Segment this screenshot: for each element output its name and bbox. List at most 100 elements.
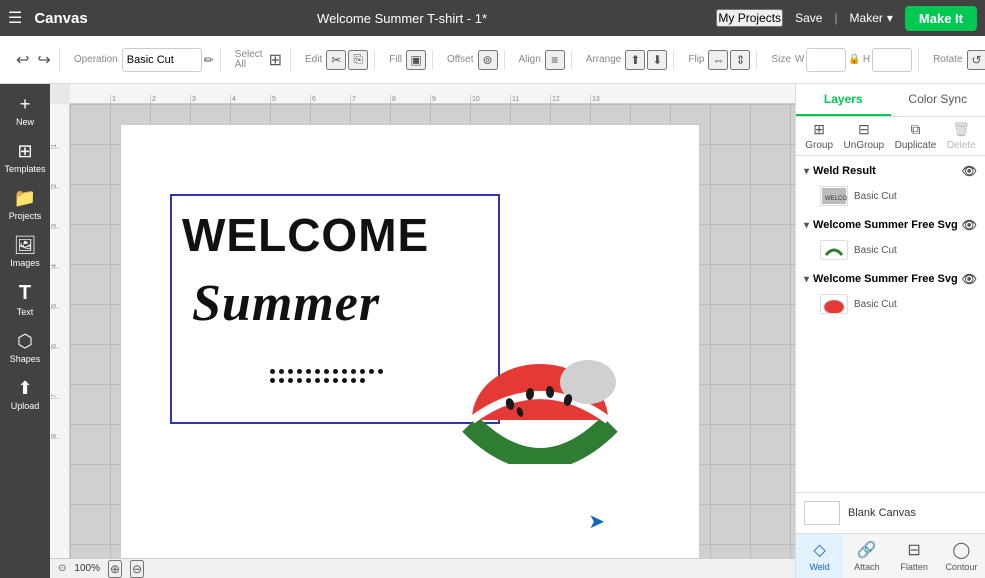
text-icon: T: [19, 282, 31, 305]
canvas-area[interactable]: 1 2 3 4 5 6 7 8 9 10 11 12 13 1 2 3 4 5 …: [50, 84, 795, 578]
fill-button[interactable]: ▣: [406, 50, 426, 70]
layer-group-svg2: ▾ Welcome Summer Free Svg 👁 Basic Cut: [800, 268, 981, 318]
right-panel: Layers Color Sync ⊞ Group ⊟ UnGroup ⧉ Du…: [795, 84, 985, 578]
layer-group-header-svg1[interactable]: ▾ Welcome Summer Free Svg 👁: [800, 214, 981, 236]
sidebar-item-templates[interactable]: ⊞ Templates: [3, 135, 47, 180]
layer-item-svg1-cut[interactable]: Basic Cut: [800, 236, 981, 264]
flip-label: Flip: [688, 55, 704, 65]
dot: [315, 369, 320, 374]
ruler-tick: 5: [270, 94, 276, 103]
layer-group-name-svg2: Welcome Summer Free Svg: [813, 273, 958, 285]
redo-button[interactable]: ↪: [35, 48, 52, 72]
chevron-down-icon: ▾: [887, 11, 893, 25]
attach-button[interactable]: 🔗 Attach: [843, 534, 890, 578]
ruler-tick: 12: [550, 94, 560, 103]
select-all-label: Select All: [235, 50, 263, 70]
duplicate-button[interactable]: ⧉ Duplicate: [895, 121, 937, 151]
sidebar-item-shapes[interactable]: ⬡ Shapes: [3, 325, 47, 370]
chevron-down-icon: ▾: [804, 166, 809, 177]
summer-text[interactable]: Summer: [192, 274, 380, 333]
ruler-vertical: 1 2 3 4 5 6 7 8: [50, 104, 70, 578]
layer-group-header-svg2[interactable]: ▾ Welcome Summer Free Svg 👁: [800, 268, 981, 290]
layer-item-weld-cut[interactable]: WELCOME Basic Cut: [800, 182, 981, 210]
fill-group: Fill ▣: [383, 50, 433, 70]
width-input[interactable]: [806, 48, 846, 72]
dot: [306, 369, 311, 374]
ruler-tick-v: 3: [50, 224, 59, 229]
sidebar-item-projects[interactable]: 📁 Projects: [3, 182, 47, 227]
edit-label: Edit: [305, 55, 322, 65]
layer-item-svg2-cut[interactable]: Basic Cut: [800, 290, 981, 318]
attach-label: Attach: [854, 562, 880, 572]
dot: [288, 378, 293, 383]
ruler-tick: 3: [190, 94, 196, 103]
group-button[interactable]: ⊞ Group: [805, 121, 833, 151]
zoom-out-button[interactable]: ⊖: [130, 560, 144, 578]
dot: [324, 369, 329, 374]
operation-input[interactable]: [122, 48, 202, 72]
menu-icon[interactable]: ☰: [8, 8, 22, 28]
delete-label: Delete: [947, 140, 976, 151]
copy-button[interactable]: ⎘: [348, 50, 368, 70]
sidebar-item-new[interactable]: + New: [3, 88, 47, 133]
layer-thumb-weld: WELCOME: [820, 186, 848, 206]
sidebar-item-text[interactable]: T Text: [3, 276, 47, 323]
align-button[interactable]: ≡: [545, 50, 565, 70]
eye-icon-svg2[interactable]: 👁: [962, 272, 977, 286]
weld-button[interactable]: ◇ Weld: [796, 534, 843, 578]
layer-thumb-svg1: [820, 240, 848, 260]
blank-canvas-label: Blank Canvas: [848, 507, 916, 519]
offset-button[interactable]: ⊚: [478, 50, 498, 70]
arrange-up-button[interactable]: ⬆: [625, 50, 645, 70]
tab-color-sync[interactable]: Color Sync: [891, 84, 985, 116]
flip-v-button[interactable]: ⇕: [730, 50, 750, 70]
select-all-button[interactable]: ⊞: [267, 48, 284, 72]
make-it-button[interactable]: Make It: [905, 6, 977, 31]
sidebar-label-new: New: [16, 117, 34, 127]
weld-label: Weld: [809, 562, 829, 572]
welcome-text[interactable]: WELCOME: [182, 212, 429, 258]
ungroup-icon: ⊟: [858, 121, 870, 138]
flatten-button[interactable]: ⊟ Flatten: [891, 534, 938, 578]
sidebar-item-upload[interactable]: ⬆ Upload: [3, 372, 47, 417]
undo-redo-group: ↩ ↪: [8, 48, 60, 72]
cut-button[interactable]: ✂: [326, 50, 346, 70]
eye-icon-weld[interactable]: 👁: [962, 164, 977, 178]
app-title: Canvas: [34, 10, 87, 27]
sidebar-item-images[interactable]: 🖼 Images: [3, 229, 47, 274]
layer-group-name-svg1: Welcome Summer Free Svg: [813, 219, 958, 231]
height-input[interactable]: [872, 48, 912, 72]
operation-pencil-icon: ✏: [204, 53, 214, 67]
canvas-workspace[interactable]: WELCOME Summer: [70, 104, 795, 558]
ungroup-button[interactable]: ⊟ UnGroup: [844, 121, 885, 151]
fill-label: Fill: [389, 55, 402, 65]
size-label: Size: [771, 55, 790, 65]
save-button[interactable]: Save: [795, 11, 822, 25]
layers-list: ▾ Weld Result 👁 WELCOME Basic Cut: [796, 156, 985, 492]
watermelon-graphic[interactable]: [450, 324, 630, 464]
contour-button[interactable]: ◯ Contour: [938, 534, 985, 578]
flatten-icon: ⊟: [907, 540, 920, 560]
arrange-down-button[interactable]: ⬇: [647, 50, 667, 70]
select-all-group: Select All ⊞: [229, 48, 291, 72]
size-group: Size W 🔒 H: [765, 48, 919, 72]
tab-layers[interactable]: Layers: [796, 84, 891, 116]
zoom-in-button[interactable]: ⊕: [108, 560, 122, 578]
delete-button[interactable]: 🗑 Delete: [947, 121, 976, 151]
sidebar-label-templates: Templates: [4, 164, 45, 174]
eye-icon-svg1[interactable]: 👁: [962, 218, 977, 232]
delete-icon: 🗑: [952, 121, 970, 138]
layer-group-name-weld: Weld Result: [813, 165, 958, 177]
weld-icon: ◇: [813, 540, 825, 560]
my-projects-button[interactable]: My Projects: [716, 9, 783, 27]
dot: [360, 369, 365, 374]
undo-button[interactable]: ↩: [14, 48, 31, 72]
layer-group-header-weld[interactable]: ▾ Weld Result 👁: [800, 160, 981, 182]
zoom-fit-button[interactable]: ⊙: [58, 563, 66, 574]
rotate-ccw-button[interactable]: ↺: [967, 50, 985, 70]
ruler-tick: 13: [590, 94, 600, 103]
maker-button[interactable]: Maker ▾: [850, 11, 893, 25]
zoom-bar: ⊙ 100% ⊕ ⊖: [50, 558, 795, 578]
ruler-tick: 2: [150, 94, 156, 103]
flip-h-button[interactable]: ⇔: [708, 50, 728, 70]
